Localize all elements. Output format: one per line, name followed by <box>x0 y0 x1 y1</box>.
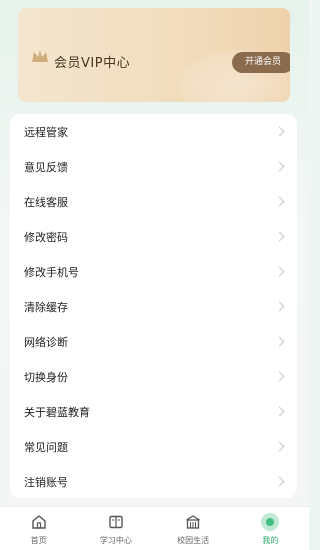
chevron-right-icon <box>274 476 285 487</box>
menu-item-label: 清除缓存 <box>24 300 68 314</box>
chevron-right-icon <box>274 231 285 242</box>
book-icon <box>107 513 125 531</box>
nav-label: 我的 <box>262 536 279 545</box>
chevron-right-icon <box>274 301 285 312</box>
nav-label: 校园生活 <box>177 536 210 545</box>
menu-item-faq[interactable]: 常见问题 <box>10 429 297 464</box>
nav-item-campus-life[interactable]: 校园生活 <box>155 507 232 550</box>
school-icon <box>184 513 202 531</box>
bottom-nav: 首页 学习中心 校园生活 我的 <box>0 506 309 550</box>
profile-page: 会员VIP中心 开通会员 远程管家 意见反馈 在线客服 修改密码 修改手机号 清… <box>0 0 309 550</box>
menu-item-remote-manager[interactable]: 远程管家 <box>10 114 297 149</box>
profile-icon <box>261 513 280 531</box>
menu-item-online-service[interactable]: 在线客服 <box>10 184 297 219</box>
chevron-right-icon <box>274 371 285 382</box>
menu-item-label: 意见反馈 <box>24 160 68 174</box>
crown-icon <box>32 50 48 62</box>
nav-label: 学习中心 <box>99 536 132 545</box>
menu-item-label: 修改密码 <box>24 230 68 244</box>
menu-item-delete-account[interactable]: 注销账号 <box>10 464 297 499</box>
chevron-right-icon <box>274 266 285 277</box>
menu-item-label: 切换身份 <box>24 370 68 384</box>
menu-item-label: 在线客服 <box>24 195 68 209</box>
menu-item-label: 修改手机号 <box>24 265 79 279</box>
menu-item-change-phone[interactable]: 修改手机号 <box>10 254 297 289</box>
home-icon <box>30 513 48 531</box>
vip-title: 会员VIP中心 <box>54 56 131 71</box>
menu-item-switch-identity[interactable]: 切换身份 <box>10 359 297 394</box>
nav-item-home[interactable]: 首页 <box>0 507 77 550</box>
chevron-right-icon <box>274 441 285 452</box>
chevron-right-icon <box>274 406 285 417</box>
menu-item-label: 远程管家 <box>24 125 68 139</box>
menu-item-network-diagnosis[interactable]: 网络诊断 <box>10 324 297 359</box>
menu-item-label: 网络诊断 <box>24 335 68 349</box>
chevron-right-icon <box>274 336 285 347</box>
vip-card[interactable]: 会员VIP中心 开通会员 <box>18 8 290 102</box>
chevron-right-icon <box>274 196 285 207</box>
nav-label: 首页 <box>30 536 47 545</box>
nav-item-study-center[interactable]: 学习中心 <box>77 507 154 550</box>
menu-item-change-password[interactable]: 修改密码 <box>10 219 297 254</box>
chevron-right-icon <box>274 161 285 172</box>
chevron-right-icon <box>274 126 285 137</box>
menu-item-label: 注销账号 <box>24 475 68 489</box>
menu-item-label: 常见问题 <box>24 440 68 454</box>
menu-item-feedback[interactable]: 意见反馈 <box>10 149 297 184</box>
settings-menu: 远程管家 意见反馈 在线客服 修改密码 修改手机号 清除缓存 网络诊断 切换身份… <box>10 114 297 498</box>
nav-item-mine[interactable]: 我的 <box>232 507 309 550</box>
menu-item-about[interactable]: 关于碧蓝教育 <box>10 394 297 429</box>
open-vip-button[interactable]: 开通会员 <box>232 52 290 73</box>
menu-item-label: 关于碧蓝教育 <box>24 405 90 419</box>
menu-item-clear-cache[interactable]: 清除缓存 <box>10 289 297 324</box>
